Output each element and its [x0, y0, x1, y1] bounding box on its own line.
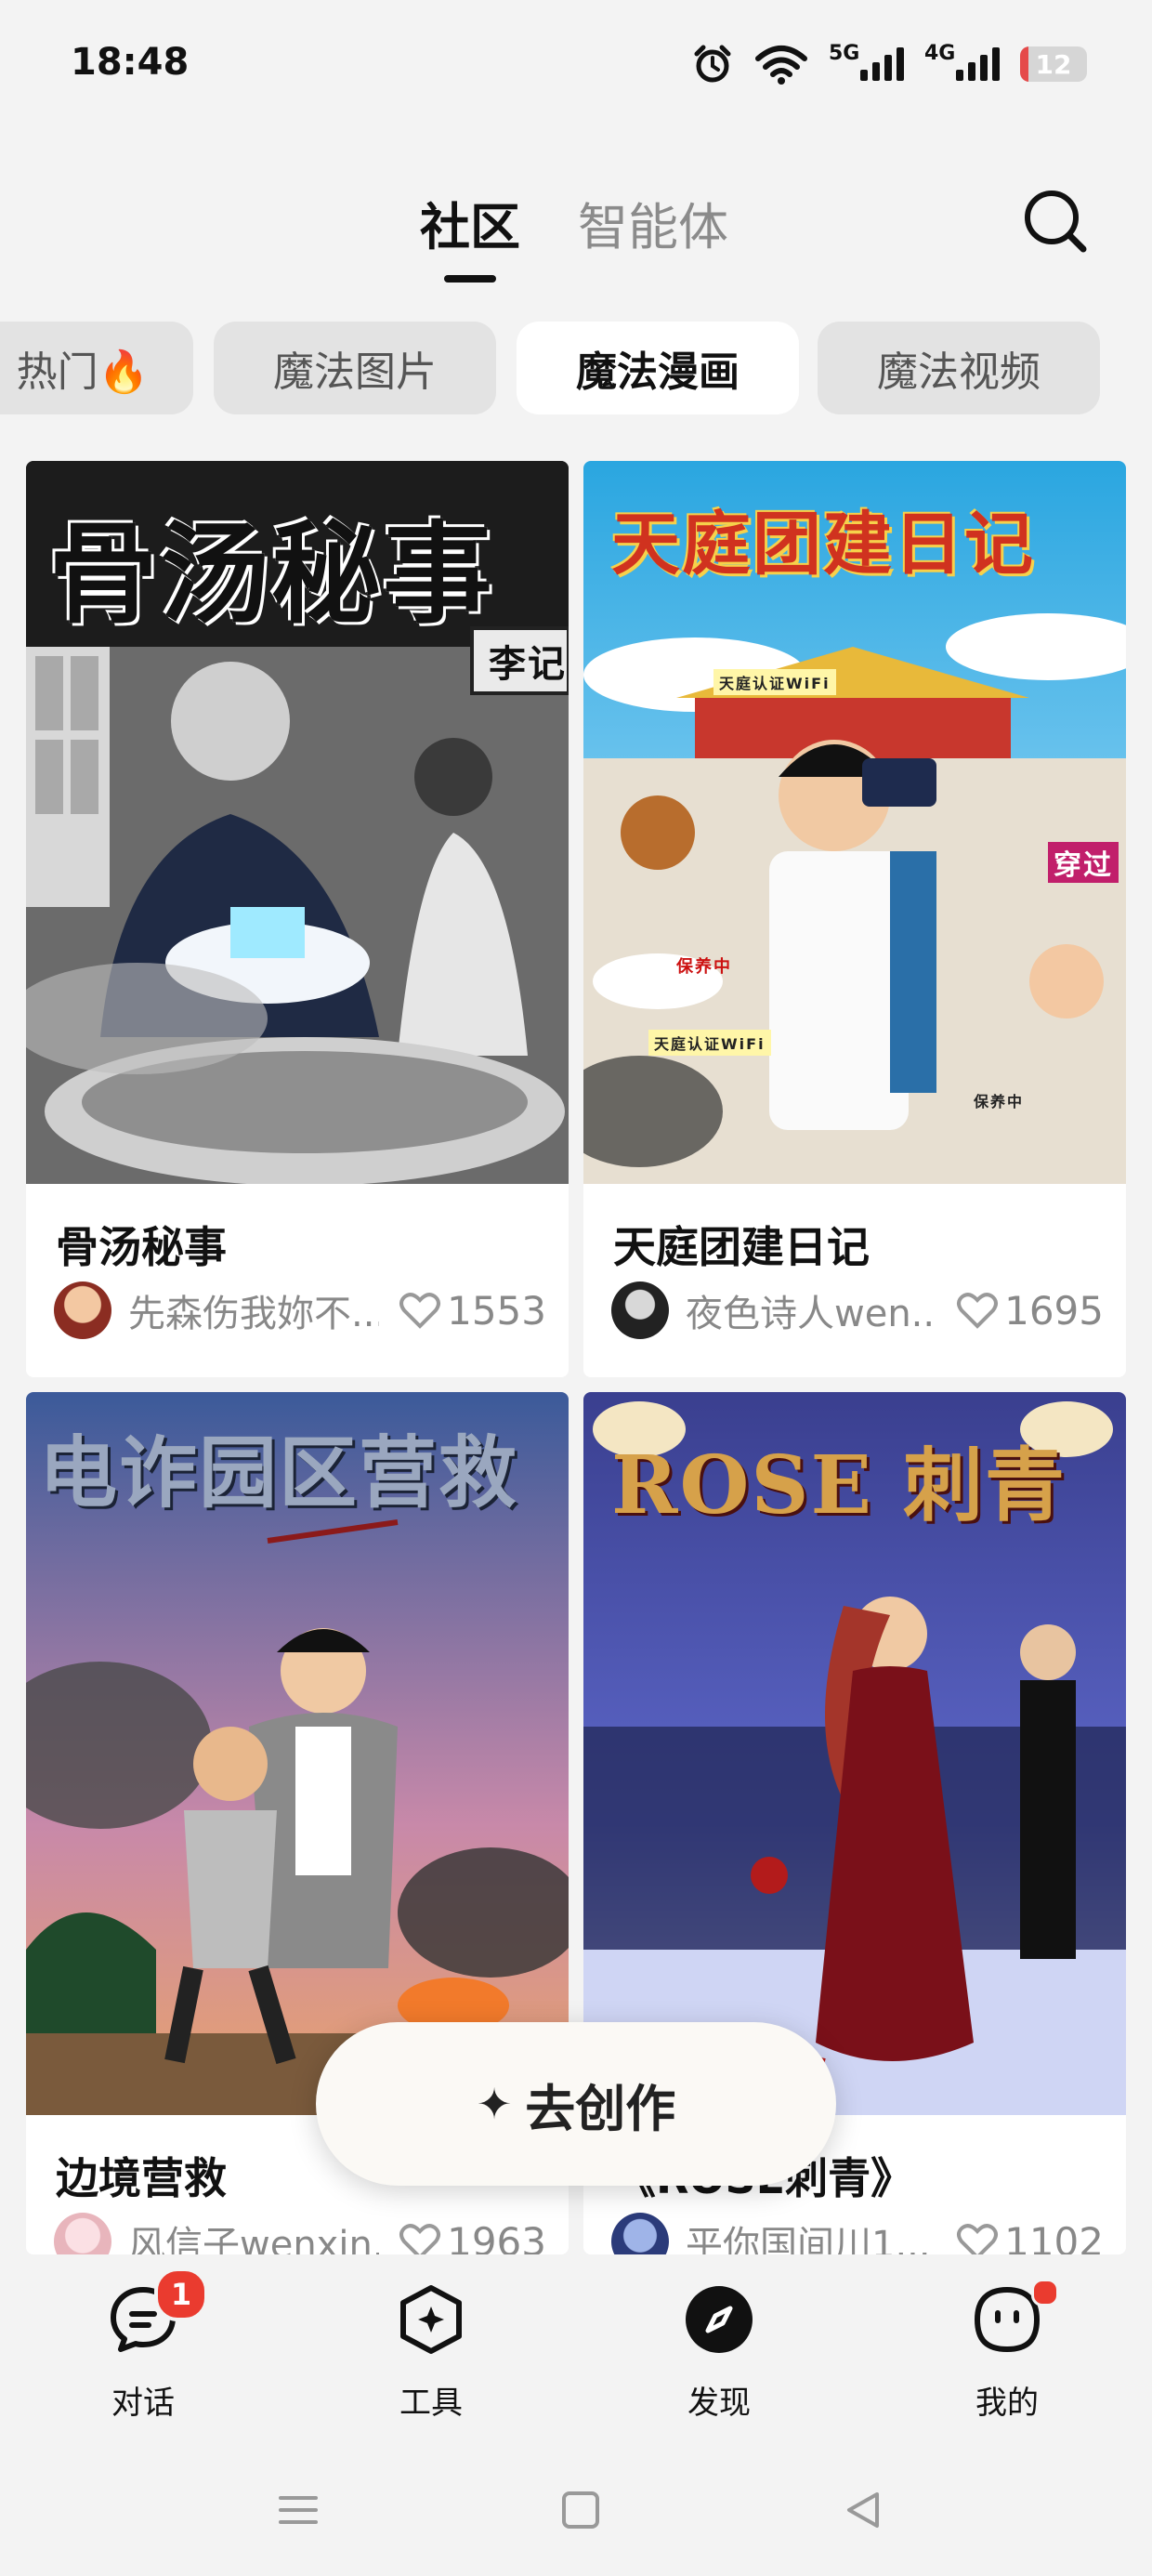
cover-title-text: 电诈园区营救 — [39, 1427, 519, 1518]
nav-chat[interactable]: 1 对话 — [50, 2254, 236, 2440]
top-tabs: 社区 智能体 — [0, 186, 1152, 288]
like-button[interactable]: 1963 — [399, 2218, 546, 2255]
network-4g-label: 4G — [924, 42, 956, 65]
tab-agents[interactable]: 智能体 — [578, 186, 728, 259]
card-title: 边境营救 — [56, 2153, 227, 2203]
like-button[interactable]: 1102 — [956, 2218, 1104, 2255]
create-button-label: 去创作 — [525, 2079, 676, 2138]
cover-label-text: 保养中 — [676, 957, 732, 977]
card-author[interactable]: 夜色诗人wen... — [686, 1283, 936, 1337]
heart-icon — [957, 1293, 999, 1329]
card-title: 骨汤秘事 — [56, 1222, 227, 1272]
like-count: 1963 — [447, 2218, 546, 2255]
chip-magic-video[interactable]: 魔法视频 — [818, 322, 1100, 414]
notification-badge: 1 — [154, 2267, 208, 2321]
card-author[interactable]: 平你国间川1... — [686, 2215, 936, 2254]
card-meta: 平你国间川1... 1102 — [611, 2213, 1104, 2255]
like-count: 1553 — [447, 1287, 546, 1334]
system-navigation-bar — [0, 2459, 1152, 2576]
home-square-icon[interactable] — [557, 2487, 604, 2533]
status-bar: 18:48 5G 4G 12 — [0, 0, 1152, 139]
sparkle-icon: ✦ — [476, 2079, 513, 2129]
status-time: 18:48 — [71, 41, 190, 84]
tab-community[interactable]: 社区 — [420, 186, 520, 259]
cover-label-text: 天庭认证WiFi — [648, 1030, 771, 1056]
battery-level: 12 — [1035, 48, 1072, 80]
tools-hexagon-icon — [400, 2285, 462, 2354]
card-meta: 先森伤我妳不... 1553 — [54, 1281, 546, 1339]
tab-active-indicator — [444, 275, 496, 283]
card-author[interactable]: 风信子wenxin... — [128, 2215, 379, 2254]
like-count: 1102 — [1004, 2218, 1104, 2255]
card-cover-image: 天庭团建日记 天庭认证WiFi 保养中 天庭认证WiFi 穿过 保养中 — [583, 461, 1126, 1184]
bottom-nav: 1 对话 工具 发现 我的 — [0, 2254, 1152, 2459]
alarm-icon — [694, 45, 731, 83]
battery-icon: 12 — [1020, 46, 1087, 82]
card-author[interactable]: 先森伤我妳不... — [128, 1283, 379, 1337]
like-button[interactable]: 1553 — [399, 1288, 546, 1334]
like-count: 1695 — [1004, 1287, 1104, 1334]
cover-sign-text: 李记 — [489, 643, 567, 686]
back-triangle-icon[interactable] — [840, 2487, 886, 2533]
avatar[interactable] — [611, 2213, 669, 2254]
feed-card[interactable]: 天庭团建日记 天庭认证WiFi 保养中 天庭认证WiFi 穿过 保养中 天庭团建… — [583, 461, 1126, 1377]
chip-hot[interactable]: 热门🔥 — [0, 322, 193, 414]
nav-discover[interactable]: 发现 — [626, 2254, 812, 2440]
discover-compass-icon — [686, 2286, 753, 2353]
nav-profile-label: 我的 — [975, 2385, 1039, 2422]
signal-4g-icon: 4G — [924, 42, 1000, 81]
search-icon[interactable] — [1018, 184, 1093, 258]
cover-title-text: ROSE 刺青 — [611, 1439, 1067, 1532]
chip-magic-comic[interactable]: 魔法漫画 — [517, 322, 799, 414]
chip-magic-image[interactable]: 魔法图片 — [214, 322, 496, 414]
menu-icon[interactable] — [275, 2487, 321, 2533]
nav-profile[interactable]: 我的 — [914, 2254, 1100, 2440]
network-5g-label: 5G — [829, 42, 860, 65]
card-title: 天庭团建日记 — [613, 1222, 870, 1272]
wifi-icon — [755, 46, 807, 85]
status-icons: 5G 4G 12 — [691, 42, 1087, 85]
heart-icon — [399, 2224, 441, 2254]
category-chips: 热门🔥 魔法图片 魔法漫画 魔法视频 — [0, 322, 1152, 418]
cover-title-text: 骨汤秘事 — [48, 510, 495, 638]
card-meta: 夜色诗人wen... 1695 — [611, 1281, 1104, 1339]
create-button[interactable]: ✦ 去创作 — [316, 2022, 836, 2186]
signal-5g-icon: 5G — [829, 42, 904, 81]
feed-card[interactable]: 骨汤秘事 李记 骨汤秘事 先森伤我妳不... 1553 — [26, 461, 569, 1377]
heart-icon — [957, 2224, 999, 2254]
notification-dot — [1031, 2279, 1059, 2307]
card-cover-image: 电诈园区营救 — [26, 1392, 569, 2115]
nav-discover-label: 发现 — [687, 2385, 751, 2422]
cover-label-text: 穿过 — [1048, 842, 1119, 883]
card-cover-image: ROSE 刺青 — [583, 1392, 1126, 2115]
cover-label-text: 保养中 — [974, 1093, 1025, 1111]
card-meta: 风信子wenxin... 1963 — [54, 2213, 546, 2255]
nav-chat-label: 对话 — [111, 2385, 175, 2422]
heart-icon — [399, 1293, 441, 1329]
nav-tools[interactable]: 工具 — [338, 2254, 524, 2440]
nav-tools-label: 工具 — [399, 2385, 463, 2422]
avatar[interactable] — [54, 1281, 111, 1339]
card-cover-image: 骨汤秘事 李记 — [26, 461, 569, 1184]
avatar[interactable] — [54, 2213, 111, 2254]
cover-label-text: 天庭认证WiFi — [713, 669, 836, 695]
like-button[interactable]: 1695 — [956, 1288, 1104, 1334]
avatar[interactable] — [611, 1281, 669, 1339]
cover-title-text: 天庭团建日记 — [611, 505, 1035, 585]
